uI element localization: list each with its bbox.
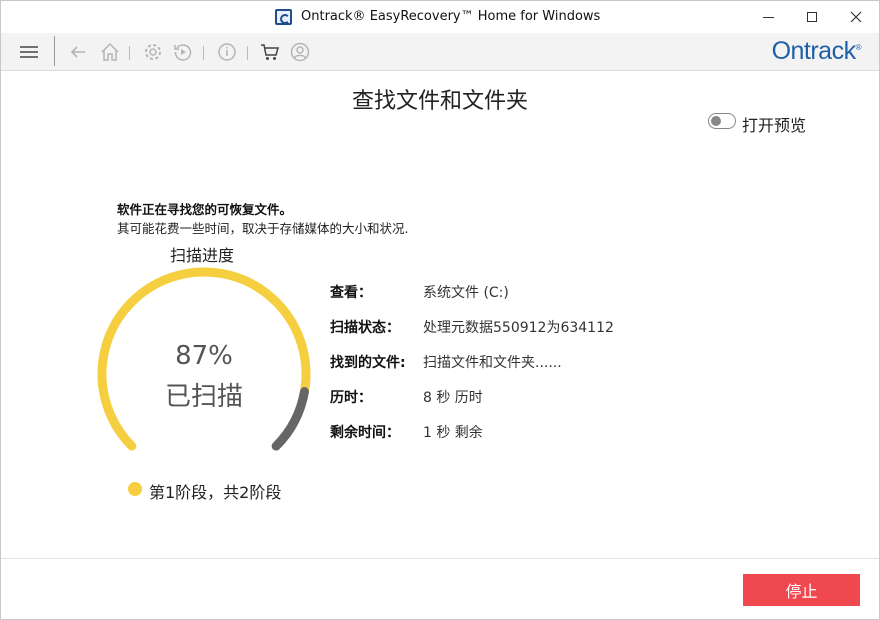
detail-row: 查看： 系统文件 (C:) <box>330 282 750 302</box>
account-icon <box>290 42 310 62</box>
detail-key: 历时： <box>330 390 372 406</box>
preview-toggle[interactable] <box>708 113 736 129</box>
title-bar: Ontrack® EasyRecovery™ Home for Windows <box>1 1 879 33</box>
detail-row: 历时： 8 秒 历时 <box>330 387 750 407</box>
stop-button[interactable]: 停止 <box>743 574 860 606</box>
detail-value: 8 秒 历时 <box>423 390 483 406</box>
cart-button[interactable] <box>258 40 282 64</box>
detail-key: 剩余时间： <box>330 425 400 441</box>
menu-button[interactable] <box>17 40 41 64</box>
back-icon <box>70 46 85 58</box>
toolbar: Ontrack® <box>1 33 879 71</box>
detail-row: 扫描状态： 处理元数据550912为634112 <box>330 317 750 337</box>
brand-logo: Ontrack® <box>771 37 862 65</box>
detail-value: 扫描文件和文件夹...... <box>423 355 562 371</box>
stage-text: 第1阶段，共2阶段 <box>149 483 282 502</box>
history-icon <box>174 44 192 61</box>
stage-indicator-dot <box>128 482 142 496</box>
detail-row: 剩余时间： 1 秒 剩余 <box>330 422 750 442</box>
progress-percent: 87% <box>175 341 233 371</box>
status-hint: 其可能花费一些时间，取决于存储媒体的大小和状况. <box>117 221 409 236</box>
close-button[interactable] <box>833 1 879 33</box>
toolbar-divider <box>54 36 55 66</box>
menu-icon <box>20 46 38 58</box>
toolbar-separator <box>247 46 248 60</box>
info-icon <box>218 43 236 61</box>
settings-icon <box>145 44 161 60</box>
maximize-icon <box>807 12 817 22</box>
toggle-knob <box>711 116 721 126</box>
detail-value: 处理元数据550912为634112 <box>423 320 614 336</box>
detail-key: 查看： <box>330 285 372 301</box>
detail-key: 扫描状态： <box>330 320 400 336</box>
preview-toggle-label: 打开预览 <box>742 116 807 135</box>
page-title: 查找文件和文件夹 <box>351 89 528 114</box>
home-icon <box>101 42 119 61</box>
footer-divider <box>1 558 879 559</box>
history-button[interactable] <box>171 40 195 64</box>
toolbar-separator <box>129 46 130 60</box>
back-button[interactable] <box>66 40 90 64</box>
toolbar-separator <box>203 46 204 60</box>
status-message: 软件正在寻找您的可恢复文件。 <box>117 202 293 217</box>
info-button[interactable] <box>215 40 239 64</box>
window-title: Ontrack® EasyRecovery™ Home for Windows <box>301 9 601 24</box>
detail-value: 1 秒 剩余 <box>423 425 483 441</box>
minimize-button[interactable] <box>745 1 791 33</box>
detail-row: 找到的文件: 扫描文件和文件夹...... <box>330 352 750 372</box>
maximize-button[interactable] <box>789 1 835 33</box>
detail-key: 找到的文件: <box>330 355 406 371</box>
detail-value: 系统文件 (C:) <box>423 285 509 301</box>
progress-title: 扫描进度 <box>170 246 235 265</box>
home-button[interactable] <box>98 40 122 64</box>
close-icon <box>850 11 862 23</box>
settings-button[interactable] <box>141 40 165 64</box>
cart-icon <box>261 44 279 60</box>
app-logo-icon <box>275 9 292 25</box>
minimize-icon <box>762 16 774 18</box>
account-button[interactable] <box>288 40 312 64</box>
progress-label: 已扫描 <box>164 382 243 412</box>
app-window: Ontrack® EasyRecovery™ Home for Windows <box>0 0 880 620</box>
